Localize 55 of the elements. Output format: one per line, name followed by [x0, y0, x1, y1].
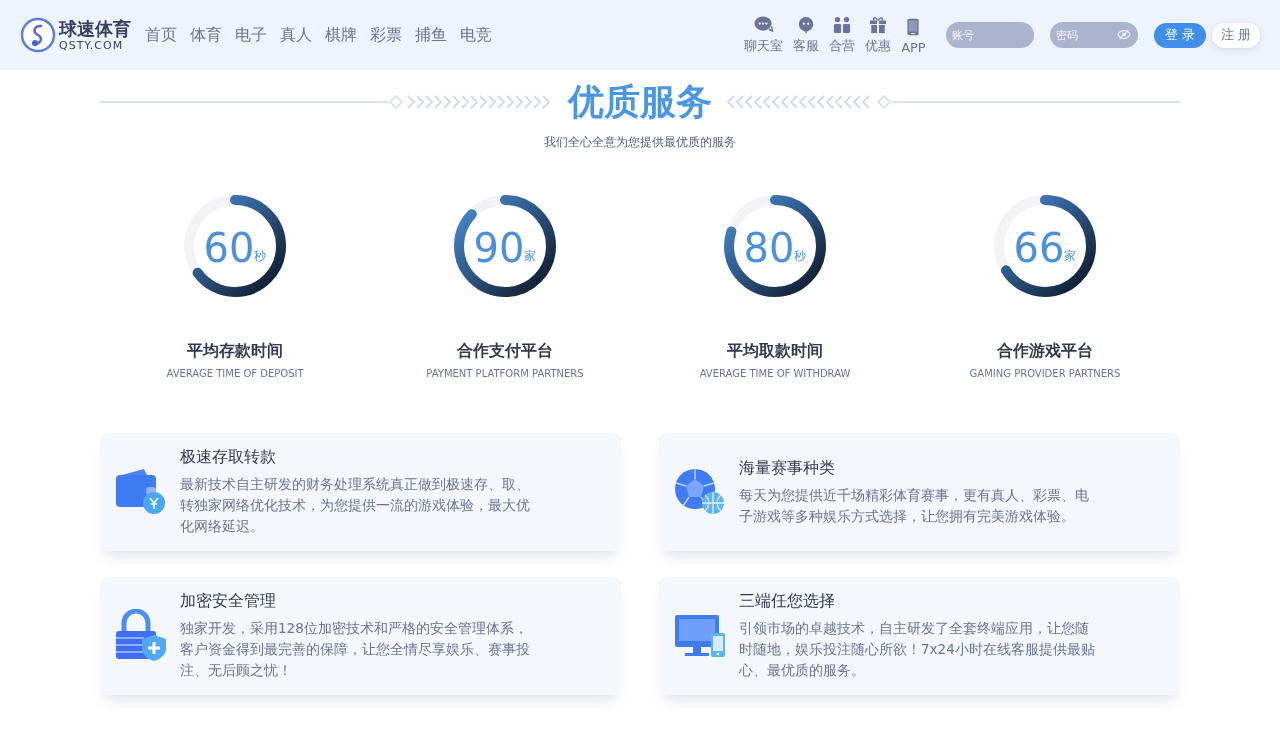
sports-balls-icon — [673, 467, 727, 517]
padlock-shield-icon — [114, 609, 168, 663]
feature-title: 海量赛事种类 — [739, 457, 836, 479]
chat-bubble-icon — [752, 15, 775, 34]
stat-value: 80 — [743, 228, 795, 268]
stat-title: 平均取款时间 — [727, 341, 823, 362]
stat-value: 66 — [1013, 228, 1065, 268]
quick-link[interactable]: 优惠 — [865, 15, 892, 55]
stat-subtitle: PAYMENT PLATFORM PARTNERS — [426, 368, 584, 379]
stat-value: 60 — [203, 228, 255, 268]
stat-subtitle: GAMING PROVIDER PARTNERS — [969, 368, 1121, 379]
login-button[interactable]: 登 录 — [1153, 22, 1206, 48]
stat-unit: 家 — [524, 248, 537, 265]
gift-icon — [869, 16, 888, 34]
nav-link[interactable]: 体育 — [190, 24, 222, 46]
quick-link[interactable]: APP — [901, 15, 926, 55]
nav-link[interactable]: 电竞 — [460, 24, 492, 46]
stat-unit: 家 — [1064, 248, 1077, 265]
nav-link[interactable]: 真人 — [280, 24, 312, 46]
stat-subtitle: AVERAGE TIME OF DEPOSIT — [166, 368, 304, 379]
people-icon — [833, 16, 852, 34]
logo-domain: QSTY.COM — [59, 39, 125, 51]
nav-link[interactable]: 捕鱼 — [415, 24, 447, 46]
feature-description: 每天为您提供近千场精彩体育赛事，更有真人、彩票、电子游戏等多种娱乐方式选择，让您拥有完美游戏体验。 — [739, 485, 1090, 526]
quick-link[interactable]: 客服 — [793, 15, 820, 55]
section-subtitle: 我们全心全意为您提供最优质的服务 — [543, 134, 737, 151]
feature-title: 加密安全管理 — [180, 591, 277, 612]
register-button[interactable]: 注 册 — [1211, 22, 1260, 48]
nav-link[interactable]: 棋牌 — [325, 24, 357, 46]
quick-link[interactable]: 合营 — [829, 15, 856, 55]
stat-title: 合作游戏平台 — [997, 341, 1093, 362]
account-field[interactable]: 账号 — [945, 22, 1034, 48]
wallet-icon — [114, 467, 168, 517]
feature-description: 引领市场的卓越技术，自主研发了全套终端应用，让您随时随地，娱乐投注随心所欲！7x24小时在线客服提供最贴心、最优质的服务。 — [739, 619, 1096, 680]
eye-icon[interactable] — [1116, 29, 1131, 40]
stat-unit: 秒 — [254, 248, 267, 265]
stat-title: 平均存款时间 — [187, 341, 283, 362]
phone-icon — [907, 17, 920, 37]
logo-name: 球速体育 — [59, 19, 131, 38]
logo-icon — [20, 17, 56, 53]
nav-link[interactable]: 彩票 — [370, 24, 402, 46]
feature-title: 极速存取转款 — [180, 447, 277, 468]
password-field[interactable]: 密码 — [1049, 22, 1138, 48]
feature-title: 三端任您选择 — [739, 591, 836, 612]
stat-title: 合作支付平台 — [457, 341, 553, 362]
feature-description: 独家开发，采用128位加密技术和严格的安全管理体系，客户资金得到最完善的保障，让您全情尽享娱乐、赛事投注、无后顾之忧！ — [180, 619, 531, 680]
stat-value: 90 — [473, 228, 525, 268]
face-bubble-icon — [797, 16, 816, 34]
feature-description: 最新技术自主研发的财务处理系统真正做到极速存、取、转独家网络优化技术，为您提供一流的游戏体验，最大优化网络延迟。 — [180, 475, 531, 536]
quick-link[interactable]: 聊天室 — [744, 15, 784, 55]
nav-link[interactable]: 电子 — [235, 24, 267, 46]
stat-subtitle: AVERAGE TIME OF WITHDRAW — [699, 368, 851, 379]
section-title: 优质服务 — [568, 80, 712, 124]
nav-link[interactable]: 首页 — [145, 24, 177, 46]
stat-unit: 秒 — [794, 248, 807, 265]
